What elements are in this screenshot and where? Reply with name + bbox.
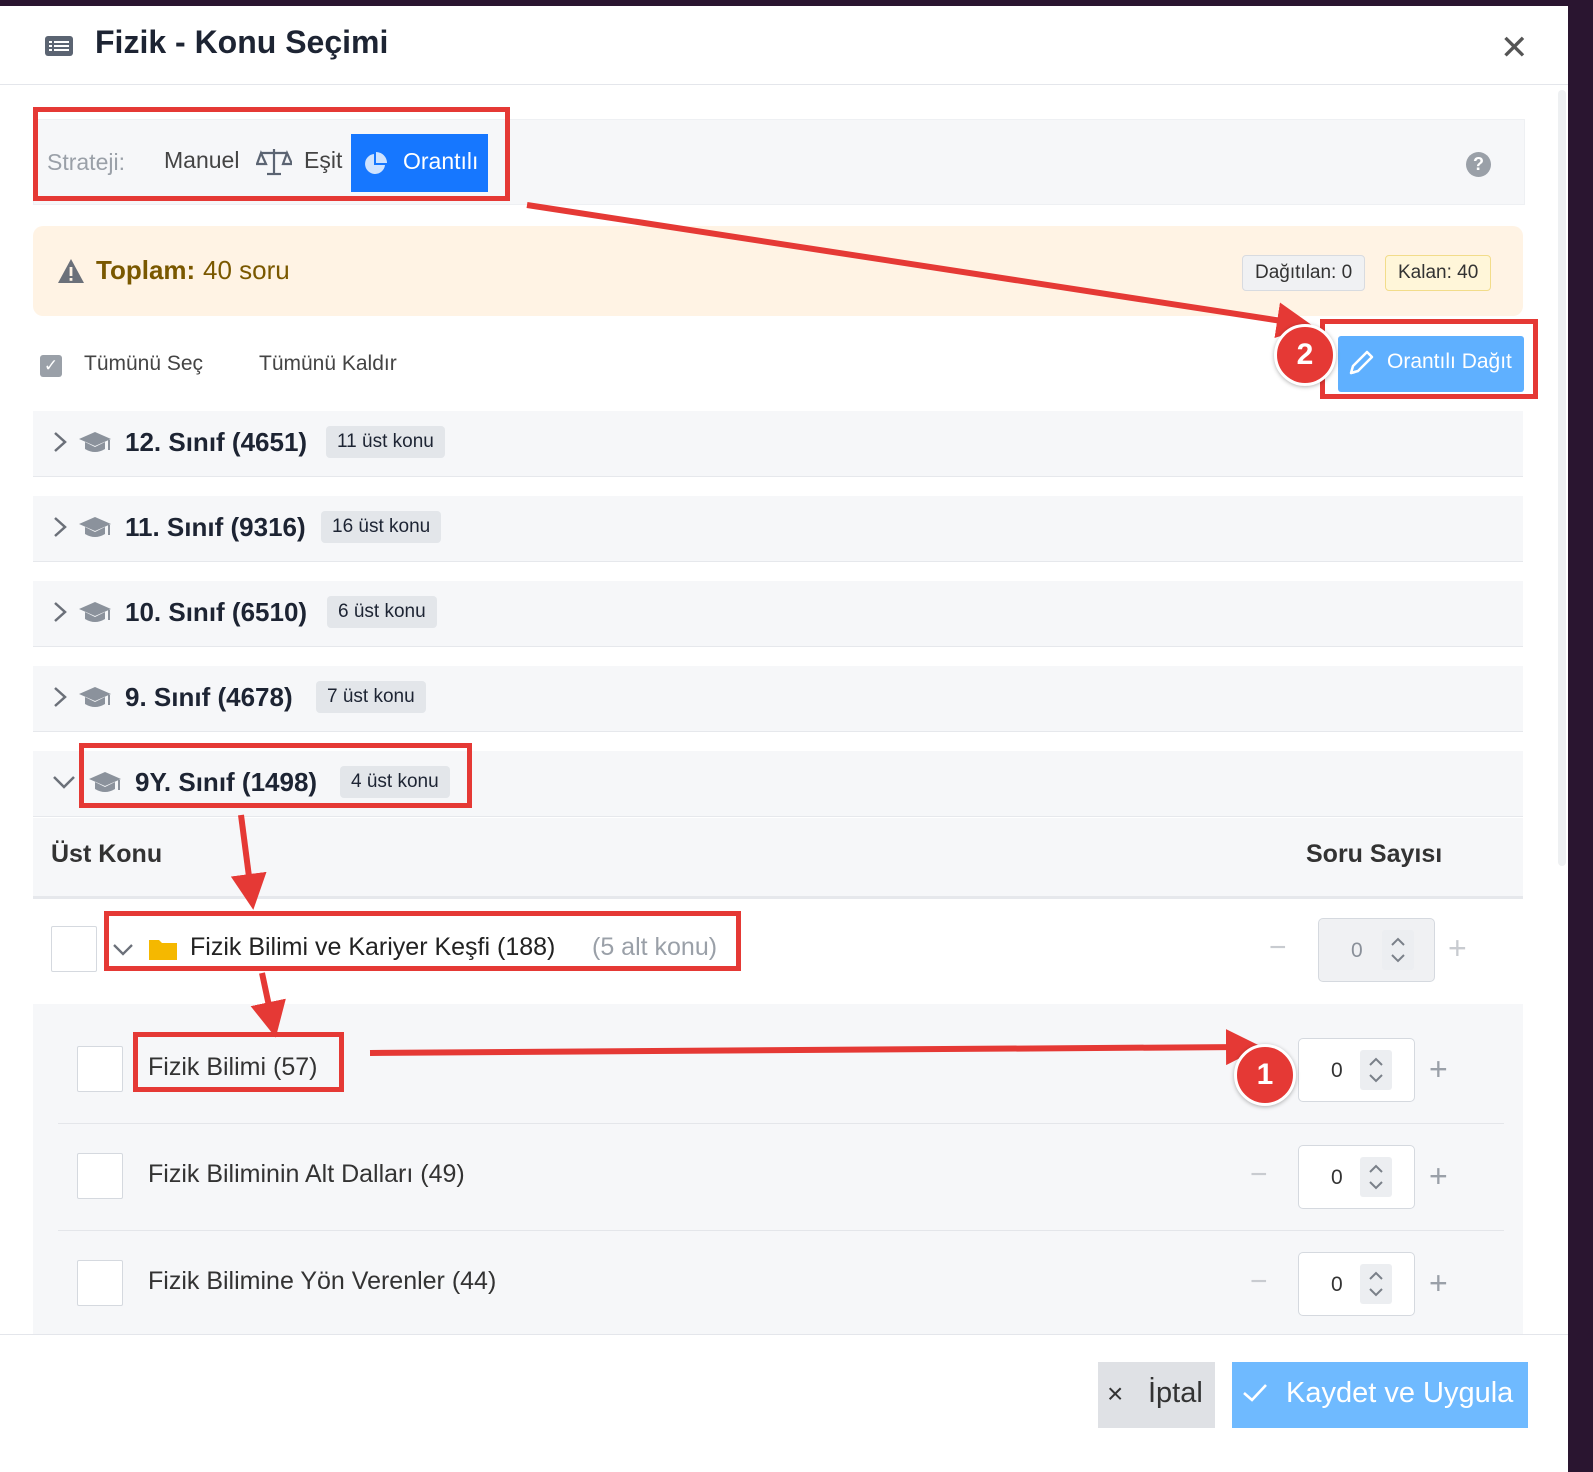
count-input-disabled[interactable]: 0: [1318, 918, 1435, 982]
grade-title: 12. Sınıf (4651): [125, 427, 308, 457]
subtopic-title: Fizik Biliminin Alt Dalları (49): [148, 1160, 465, 1188]
subtopic-title: Fizik Bilimine Yön Verenler (44): [148, 1267, 497, 1295]
scrollbar[interactable]: [1558, 90, 1566, 866]
grade-badge: 11 üst konu: [326, 426, 445, 458]
grade-badge: 7 üst konu: [316, 681, 426, 713]
grade-title: 10. Sınıf (6510): [125, 597, 308, 627]
decrement-button[interactable]: −: [1250, 1265, 1268, 1299]
close-icon: ×: [1107, 1378, 1124, 1409]
topic-checkbox[interactable]: [51, 926, 97, 972]
modal-title: Fizik - Konu Seçimi: [95, 24, 389, 60]
graduation-cap-icon: [79, 687, 111, 707]
count-value: 0: [1331, 1059, 1343, 1082]
subtopic-count-input[interactable]: 0: [1298, 1252, 1415, 1316]
clear-all-button[interactable]: Tümünü Kaldır: [259, 352, 397, 376]
column-header-topic: Üst Konu: [51, 840, 163, 868]
footer-divider: [0, 1334, 1568, 1335]
spinner-arrows-icon[interactable]: [1360, 1050, 1392, 1090]
column-header-count: Soru Sayısı: [1306, 840, 1443, 868]
annotation-box-distribute: [1320, 319, 1538, 399]
increment-button[interactable]: +: [1429, 1265, 1448, 1302]
graduation-cap-icon: [79, 602, 111, 622]
spinner-arrows-icon[interactable]: [1360, 1157, 1392, 1197]
grade-badge: 6 üst konu: [327, 596, 437, 628]
graduation-cap-icon: [79, 432, 111, 452]
header-divider: [0, 84, 1568, 85]
grade-title: 9. Sınıf (4678): [125, 682, 293, 712]
count-value: 0: [1331, 1166, 1343, 1189]
annotation-marker-1: 1: [1234, 1044, 1296, 1106]
list-icon: [45, 36, 73, 56]
chevron-right-icon[interactable]: [50, 515, 70, 539]
select-all-button[interactable]: Tümünü Seç: [84, 352, 203, 376]
check-icon: [1243, 1384, 1267, 1402]
subtopic-checkbox[interactable]: [77, 1153, 123, 1199]
topic-table-header: [33, 818, 1523, 899]
annotation-box-strategy: [33, 107, 510, 201]
subtopic-checkbox[interactable]: [77, 1260, 123, 1306]
increment-button[interactable]: +: [1429, 1051, 1448, 1088]
distributed-badge: Dağıtılan: 0: [1242, 255, 1366, 291]
help-icon[interactable]: ?: [1466, 152, 1491, 177]
count-value: 0: [1351, 939, 1363, 962]
subtopic-count-input[interactable]: 0: [1298, 1038, 1415, 1102]
annotation-box-subtopic: [133, 1032, 344, 1092]
graduation-cap-icon: [79, 517, 111, 537]
topic-selection-modal: Fizik - Konu Seçimi ✕ Strateji: Manuel E…: [0, 6, 1568, 1472]
remaining-badge: Kalan: 40: [1385, 255, 1492, 291]
total-value: 40 soru: [203, 255, 290, 285]
decrement-button[interactable]: −: [1269, 931, 1287, 965]
count-value: 0: [1331, 1273, 1343, 1296]
row-divider: [58, 1123, 1504, 1124]
subtopic-count-input[interactable]: 0: [1298, 1145, 1415, 1209]
close-icon[interactable]: ✕: [1500, 28, 1529, 68]
annotation-box-grade: [79, 743, 472, 808]
increment-button[interactable]: +: [1429, 1158, 1448, 1195]
total-label: Toplam:: [96, 255, 196, 285]
grade-badge: 16 üst konu: [321, 511, 442, 543]
spinner-arrows-icon[interactable]: [1360, 1264, 1392, 1304]
chevron-right-icon[interactable]: [50, 430, 70, 454]
increment-button[interactable]: +: [1448, 930, 1467, 967]
cancel-label: İptal: [1148, 1377, 1203, 1409]
save-apply-label: Kaydet ve Uygula: [1286, 1377, 1514, 1409]
select-all-checkbox[interactable]: ✓: [40, 355, 62, 377]
chevron-down-icon[interactable]: [52, 772, 76, 792]
spinner-arrows-icon[interactable]: [1382, 930, 1414, 970]
grade-title: 11. Sınıf (9316): [125, 512, 306, 542]
chevron-right-icon[interactable]: [50, 600, 70, 624]
subtopic-checkbox[interactable]: [77, 1046, 123, 1092]
chevron-right-icon[interactable]: [50, 685, 70, 709]
row-divider: [58, 1230, 1504, 1231]
annotation-box-topic: [104, 911, 741, 971]
warning-icon: [58, 259, 84, 283]
annotation-marker-2: 2: [1274, 324, 1336, 386]
decrement-button[interactable]: −: [1250, 1158, 1268, 1192]
